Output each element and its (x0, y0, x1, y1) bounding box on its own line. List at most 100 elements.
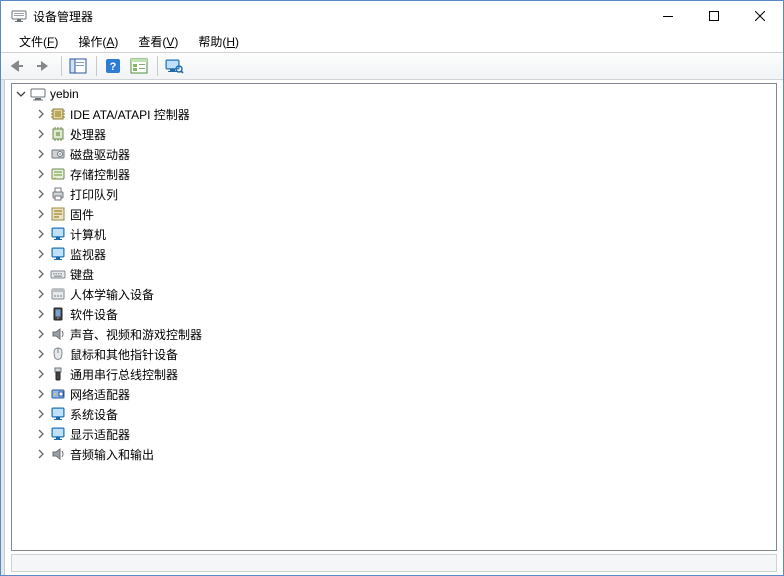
expander-closed-icon[interactable] (34, 387, 48, 401)
tree-node-network[interactable]: 网络适配器 (32, 384, 776, 404)
maximize-button[interactable] (691, 1, 737, 31)
menu-help[interactable]: 帮助(H) (190, 32, 247, 51)
printer-icon (50, 186, 66, 202)
menu-view-prefix: 查看( (138, 35, 166, 49)
tree-node-keyboard[interactable]: 键盘 (32, 264, 776, 284)
toolbar-separator (61, 56, 62, 76)
tree-node-monitor[interactable]: 监视器 (32, 244, 776, 264)
tree-node-label: 通用串行总线控制器 (70, 366, 178, 383)
tree-node-label: 声音、视频和游戏控制器 (70, 326, 202, 343)
view-by-type-button[interactable] (127, 54, 151, 78)
root-node-label: yebin (50, 87, 79, 101)
tree-node-audio[interactable]: 声音、视频和游戏控制器 (32, 324, 776, 344)
scan-hardware-button[interactable] (162, 54, 186, 78)
toolbar: ? (1, 52, 783, 80)
tree-node-mouse[interactable]: 鼠标和其他指针设备 (32, 344, 776, 364)
expander-closed-icon[interactable] (34, 147, 48, 161)
tree-node-label: 打印队列 (70, 186, 118, 203)
menu-view[interactable]: 查看(V) (130, 32, 186, 51)
tree-node-computer[interactable]: 计算机 (32, 224, 776, 244)
monitor-icon (50, 246, 66, 262)
tree-node-label: 显示适配器 (70, 426, 130, 443)
storage-icon (50, 166, 66, 182)
status-bar (11, 554, 777, 572)
tree-node-firmware[interactable]: 固件 (32, 204, 776, 224)
tree-node-label: 网络适配器 (70, 386, 130, 403)
menu-file[interactable]: 文件(F) (11, 32, 66, 51)
tree-node-label: 人体学输入设备 (70, 286, 154, 303)
menu-action-tail: ) (114, 35, 118, 49)
hid-icon (50, 286, 66, 302)
menu-help-accel: H (226, 35, 235, 49)
tree-node-label: 磁盘驱动器 (70, 146, 130, 163)
menu-view-tail: ) (174, 35, 178, 49)
tree-root-node[interactable]: yebin (12, 84, 776, 104)
menu-file-prefix: 文件( (19, 35, 47, 49)
window-title: 设备管理器 (33, 8, 93, 25)
tree-node-storage[interactable]: 存储控制器 (32, 164, 776, 184)
tree-node-label: 键盘 (70, 266, 94, 283)
toolbar-separator (96, 56, 97, 76)
system-icon (50, 406, 66, 422)
close-button[interactable] (737, 1, 783, 31)
mouse-icon (50, 346, 66, 362)
menu-action[interactable]: 操作(A) (70, 32, 126, 51)
expander-closed-icon[interactable] (34, 227, 48, 241)
tree-node-label: 系统设备 (70, 406, 118, 423)
disk-icon (50, 146, 66, 162)
tree-node-usb[interactable]: 通用串行总线控制器 (32, 364, 776, 384)
expander-closed-icon[interactable] (34, 207, 48, 221)
tree-node-audioio[interactable]: 音频输入和输出 (32, 444, 776, 464)
expander-closed-icon[interactable] (34, 327, 48, 341)
window-controls (645, 1, 783, 31)
tree-node-label: 处理器 (70, 126, 106, 143)
expander-closed-icon[interactable] (34, 407, 48, 421)
expander-closed-icon[interactable] (34, 247, 48, 261)
expander-closed-icon[interactable] (34, 187, 48, 201)
tree-node-system[interactable]: 系统设备 (32, 404, 776, 424)
tree-node-ide[interactable]: IDE ATA/ATAPI 控制器 (32, 104, 776, 124)
tree-node-label: 音频输入和输出 (70, 446, 154, 463)
tree-node-hid[interactable]: 人体学输入设备 (32, 284, 776, 304)
speaker-icon (50, 326, 66, 342)
expander-closed-icon[interactable] (34, 167, 48, 181)
tree-node-software[interactable]: 软件设备 (32, 304, 776, 324)
nav-forward-button[interactable] (31, 54, 55, 78)
cpu-icon (50, 126, 66, 142)
tree-node-label: IDE ATA/ATAPI 控制器 (70, 106, 190, 123)
expander-closed-icon[interactable] (34, 447, 48, 461)
tree-node-label: 存储控制器 (70, 166, 130, 183)
software-icon (50, 306, 66, 322)
expander-closed-icon[interactable] (34, 347, 48, 361)
monitor-icon (50, 226, 66, 242)
expander-closed-icon[interactable] (34, 427, 48, 441)
tree-node-label: 软件设备 (70, 306, 118, 323)
expander-closed-icon[interactable] (34, 267, 48, 281)
speaker-icon (50, 446, 66, 462)
expander-closed-icon[interactable] (34, 287, 48, 301)
expander-open-icon[interactable] (14, 87, 28, 101)
display-icon (50, 426, 66, 442)
tree-node-cpu[interactable]: 处理器 (32, 124, 776, 144)
tree-node-display[interactable]: 显示适配器 (32, 424, 776, 444)
nav-back-button[interactable] (5, 54, 29, 78)
tree-node-label: 固件 (70, 206, 94, 223)
title-bar: 设备管理器 (1, 1, 783, 31)
show-hide-console-button[interactable] (66, 54, 90, 78)
device-tree[interactable]: yebin IDE ATA/ATAPI 控制器处理器磁盘驱动器存储控制器打印队列… (12, 84, 776, 464)
tree-node-disk[interactable]: 磁盘驱动器 (32, 144, 776, 164)
expander-closed-icon[interactable] (34, 367, 48, 381)
menu-file-tail: ) (54, 35, 58, 49)
expander-closed-icon[interactable] (34, 127, 48, 141)
keyboard-icon (50, 266, 66, 282)
menu-action-prefix: 操作( (78, 35, 106, 49)
menu-help-prefix: 帮助( (198, 35, 226, 49)
minimize-button[interactable] (645, 1, 691, 31)
usb-icon (50, 366, 66, 382)
help-button[interactable]: ? (101, 54, 125, 78)
expander-closed-icon[interactable] (34, 307, 48, 321)
expander-closed-icon[interactable] (34, 107, 48, 121)
tree-node-label: 监视器 (70, 246, 106, 263)
svg-text:?: ? (110, 61, 117, 73)
tree-node-printqueue[interactable]: 打印队列 (32, 184, 776, 204)
